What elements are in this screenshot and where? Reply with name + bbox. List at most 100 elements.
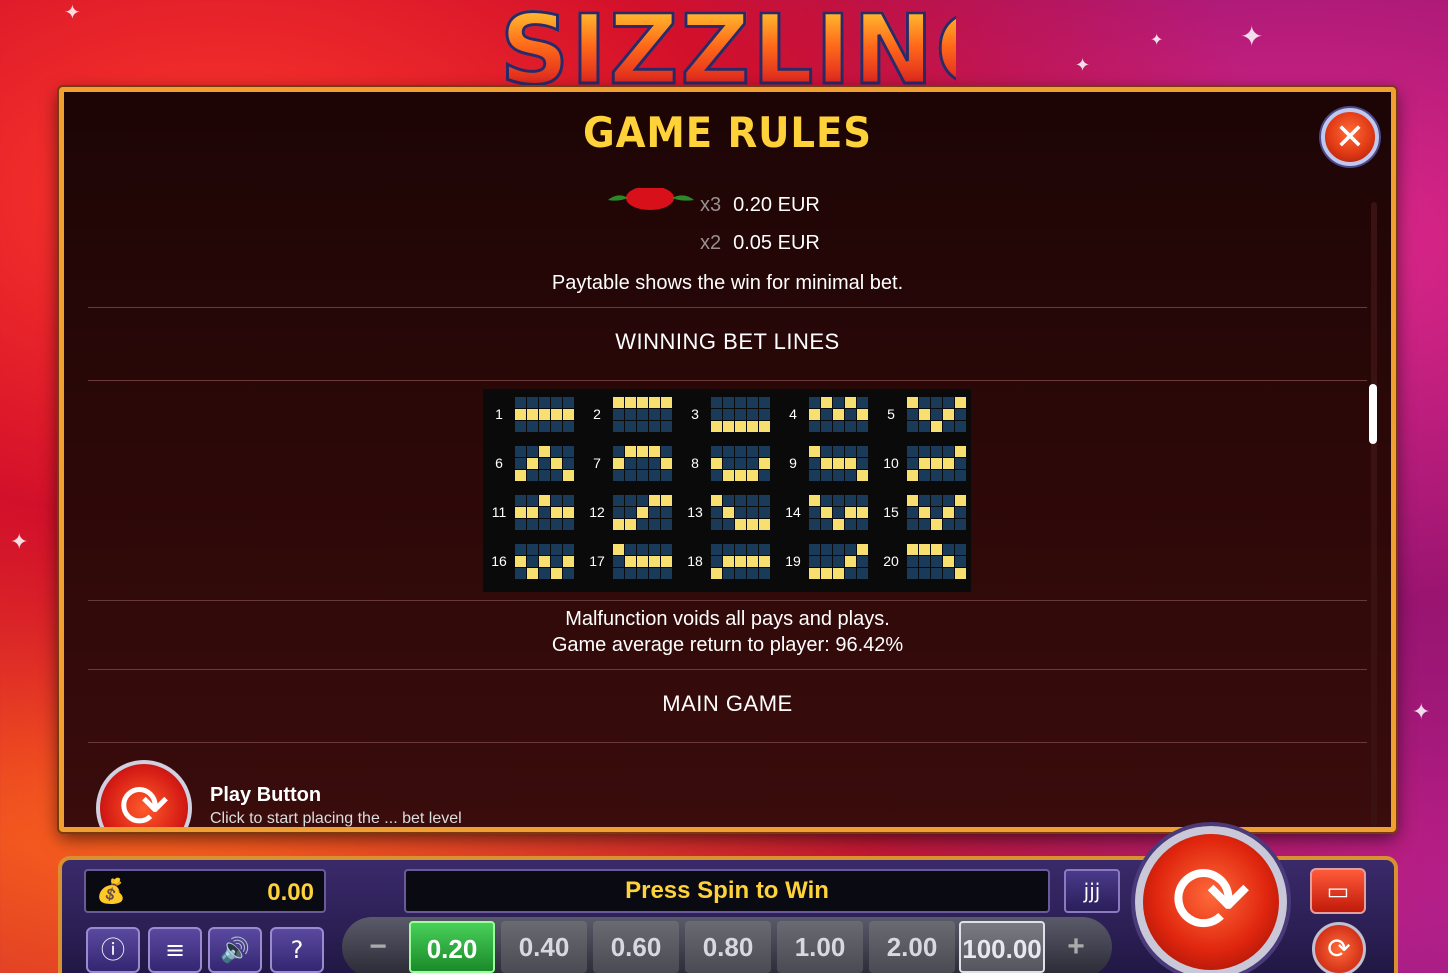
bet-line-cell bbox=[821, 458, 832, 469]
bet-line-item: 3 bbox=[683, 393, 775, 442]
bet-line-cell bbox=[857, 556, 868, 567]
paytable-row: x3 0.20 EUR bbox=[700, 194, 820, 217]
bet-line-cell bbox=[931, 409, 942, 420]
bet-line-cell bbox=[857, 458, 868, 469]
bet-option-button[interactable]: 1.00 bbox=[777, 921, 863, 973]
bet-plus-button[interactable]: + bbox=[1054, 925, 1098, 969]
paytable-row: x2 0.05 EUR bbox=[700, 232, 820, 255]
bet-line-cell bbox=[833, 519, 844, 530]
bet-line-cell bbox=[759, 495, 770, 506]
bet-line-cell bbox=[551, 470, 562, 481]
bet-line-cell bbox=[649, 458, 660, 469]
bet-line-cell bbox=[943, 409, 954, 420]
bet-line-cell bbox=[527, 421, 538, 432]
bet-line-cell bbox=[563, 495, 574, 506]
bet-line-cell bbox=[821, 470, 832, 481]
bet-minus-button[interactable]: − bbox=[356, 925, 400, 969]
bet-line-cell bbox=[747, 397, 758, 408]
chili-icon[interactable]: ϳϳϳ bbox=[1064, 869, 1120, 913]
bet-line-cell bbox=[955, 446, 966, 457]
bet-option-button[interactable]: 0.20 bbox=[409, 921, 495, 973]
bet-line-cell bbox=[833, 409, 844, 420]
bet-line-number: 4 bbox=[789, 406, 797, 422]
bet-line-cell bbox=[907, 556, 918, 567]
bet-line-cell bbox=[809, 421, 820, 432]
rules-content: x3 0.20 EUR x2 0.05 EUR Paytable shows the… bbox=[88, 188, 1367, 827]
divider bbox=[88, 600, 1367, 601]
bet-line-number: 10 bbox=[883, 455, 899, 471]
bet-line-cell bbox=[711, 495, 722, 506]
bet-line-cell bbox=[759, 470, 770, 481]
bet-line-cell bbox=[833, 507, 844, 518]
bet-line-cell bbox=[735, 556, 746, 567]
bet-line-cell bbox=[943, 556, 954, 567]
bet-line-cell bbox=[661, 495, 672, 506]
message-display: Press Spin to Win bbox=[404, 869, 1050, 913]
bet-line-cell bbox=[723, 421, 734, 432]
bet-line-cell bbox=[515, 507, 526, 518]
bet-line-cell bbox=[637, 568, 648, 579]
bet-line-cell bbox=[515, 397, 526, 408]
bet-option-button[interactable]: 2.00 bbox=[869, 921, 955, 973]
sound-icon[interactable]: 🔊 bbox=[208, 927, 262, 973]
scrollbar-thumb[interactable] bbox=[1369, 384, 1377, 444]
bet-line-cell bbox=[747, 495, 758, 506]
bet-line-cell bbox=[907, 409, 918, 420]
bet-line-cell bbox=[809, 470, 820, 481]
bet-line-cell bbox=[551, 556, 562, 567]
bet-line-cell bbox=[845, 409, 856, 420]
bet-line-cell bbox=[539, 556, 550, 567]
bet-line-cell bbox=[711, 397, 722, 408]
bet-line-cell bbox=[723, 458, 734, 469]
bet-line-cell bbox=[907, 544, 918, 555]
bet-line-cell bbox=[943, 544, 954, 555]
bet-option-button[interactable]: 0.40 bbox=[501, 921, 587, 973]
bet-line-cell bbox=[747, 544, 758, 555]
menu-icon[interactable]: ≡ bbox=[148, 927, 202, 973]
bet-line-cell bbox=[527, 568, 538, 579]
bet-option-button[interactable]: 0.80 bbox=[685, 921, 771, 973]
bet-line-grid bbox=[809, 495, 868, 530]
bet-line-cell bbox=[637, 544, 648, 555]
bet-line-cell bbox=[723, 556, 734, 567]
bet-line-cell bbox=[759, 544, 770, 555]
autoplay-icon[interactable]: ⟳ bbox=[1312, 922, 1366, 973]
modal-title: GAME RULES bbox=[582, 108, 873, 157]
bet-line-cell bbox=[723, 397, 734, 408]
bet-line-cell bbox=[563, 446, 574, 457]
bet-line-cell bbox=[613, 409, 624, 420]
bet-option-button[interactable]: 0.60 bbox=[593, 921, 679, 973]
bet-line-cell bbox=[551, 495, 562, 506]
bet-line-number: 17 bbox=[589, 553, 605, 569]
bet-line-item: 19 bbox=[781, 540, 873, 589]
bet-line-number: 18 bbox=[687, 553, 703, 569]
bet-line-cell bbox=[613, 397, 624, 408]
bet-line-cell bbox=[649, 568, 660, 579]
turbo-icon[interactable]: ▭ bbox=[1310, 868, 1366, 914]
bet-line-cell bbox=[711, 409, 722, 420]
spin-icon[interactable]: ⟳ bbox=[1135, 826, 1287, 973]
bet-line-cell bbox=[515, 544, 526, 555]
help-icon[interactable]: ? bbox=[270, 927, 324, 973]
bet-line-cell bbox=[809, 446, 820, 457]
bet-line-cell bbox=[649, 470, 660, 481]
bet-line-cell bbox=[857, 421, 868, 432]
scrollbar-track[interactable] bbox=[1371, 202, 1377, 827]
bet-line-cell bbox=[735, 568, 746, 579]
bet-line-cell bbox=[735, 409, 746, 420]
bet-line-item: 1 bbox=[487, 393, 579, 442]
bet-line-cell bbox=[649, 421, 660, 432]
bet-option-button[interactable]: 100.00 bbox=[959, 921, 1045, 973]
bet-line-cell bbox=[857, 409, 868, 420]
divider bbox=[88, 742, 1367, 743]
bet-line-item: 20 bbox=[879, 540, 971, 589]
bet-line-cell bbox=[723, 544, 734, 555]
bet-line-item: 6 bbox=[487, 442, 579, 491]
close-icon[interactable]: ✕ bbox=[1321, 108, 1379, 166]
bet-line-cell bbox=[539, 470, 550, 481]
bet-line-cell bbox=[907, 446, 918, 457]
bet-line-cell bbox=[943, 470, 954, 481]
info-icon[interactable]: ⓘ bbox=[86, 927, 140, 973]
bet-line-cell bbox=[661, 556, 672, 567]
bet-line-cell bbox=[907, 568, 918, 579]
